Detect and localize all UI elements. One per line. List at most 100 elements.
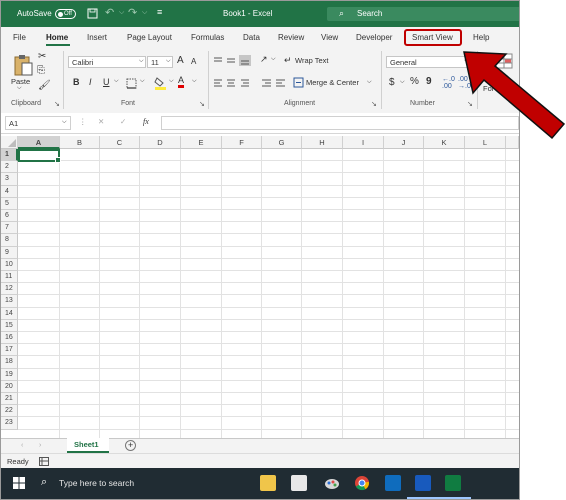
column-header[interactable]: D: [140, 136, 181, 149]
row-header[interactable]: 1: [1, 149, 18, 162]
scroll-sheets-left-icon[interactable]: ‹: [21, 442, 23, 449]
italic-button[interactable]: I: [89, 77, 92, 87]
autosave-toggle[interactable]: Off: [55, 9, 76, 19]
select-all-corner[interactable]: [1, 136, 18, 149]
row-header[interactable]: 9: [1, 246, 18, 259]
font-color-dropdown-icon[interactable]: ⌵: [192, 78, 197, 85]
shrink-font-button[interactable]: A: [191, 57, 196, 66]
column-header[interactable]: J: [384, 136, 424, 149]
column-header[interactable]: B: [60, 136, 100, 149]
font-name-select[interactable]: Calibri ⌵: [68, 56, 146, 68]
insert-function-icon[interactable]: fx: [143, 117, 149, 126]
row-header[interactable]: 17: [1, 344, 18, 357]
cancel-icon[interactable]: ✕: [98, 117, 104, 126]
name-box[interactable]: A1 ⌵: [5, 116, 71, 130]
fill-color-icon[interactable]: [154, 76, 167, 90]
merge-center-button[interactable]: Merge & Center: [306, 78, 359, 87]
row-header[interactable]: 4: [1, 185, 18, 198]
tab-home[interactable]: Home: [46, 33, 68, 42]
currency-dropdown-icon[interactable]: ⌵: [400, 79, 405, 86]
borders-dropdown-icon[interactable]: ⌵: [140, 78, 145, 85]
row-header[interactable]: 2: [1, 161, 18, 174]
search-box[interactable]: ⌕ Search: [327, 7, 519, 21]
row-header[interactable]: 6: [1, 210, 18, 223]
increase-decimal-button[interactable]: ←.0.00: [442, 76, 455, 90]
percent-button[interactable]: %: [410, 76, 419, 87]
font-size-select[interactable]: 11 ⌵: [147, 56, 173, 68]
row-header[interactable]: 18: [1, 356, 18, 369]
tab-review[interactable]: Review: [278, 33, 304, 42]
fill-color-dropdown-icon[interactable]: ⌵: [169, 78, 174, 85]
column-header[interactable]: E: [181, 136, 222, 149]
row-header[interactable]: 10: [1, 258, 18, 271]
row-header[interactable]: 5: [1, 197, 18, 210]
fill-handle[interactable]: [55, 157, 61, 163]
row-header[interactable]: 19: [1, 368, 18, 381]
accessibility-icon[interactable]: [39, 457, 49, 466]
redo-icon[interactable]: ↷: [128, 6, 137, 19]
paste-icon[interactable]: [13, 53, 33, 77]
chrome-icon[interactable]: [354, 475, 370, 491]
row-header[interactable]: 14: [1, 307, 18, 320]
row-header[interactable]: 13: [1, 295, 18, 308]
undo-icon[interactable]: ↶: [105, 6, 114, 19]
add-sheet-button[interactable]: +: [125, 440, 136, 451]
comma-button[interactable]: 9: [426, 76, 432, 87]
tab-view[interactable]: View: [321, 33, 338, 42]
vertical-align-icons[interactable]: [213, 55, 261, 67]
currency-button[interactable]: $: [389, 77, 395, 88]
column-header[interactable]: H: [302, 136, 343, 149]
orientation-icon[interactable]: ↗: [260, 54, 268, 65]
row-header[interactable]: 7: [1, 222, 18, 235]
row-header[interactable]: 23: [1, 417, 18, 430]
borders-icon[interactable]: [126, 78, 138, 89]
tab-help[interactable]: Help: [473, 33, 489, 42]
tab-page-layout[interactable]: Page Layout: [127, 33, 172, 42]
redo-dropdown-icon[interactable]: ⌵: [142, 9, 147, 17]
file-explorer-icon[interactable]: [260, 475, 276, 491]
column-header[interactable]: C: [100, 136, 140, 149]
merge-center-dropdown-icon[interactable]: ⌵: [367, 79, 372, 86]
underline-dropdown-icon[interactable]: ⌵: [114, 78, 119, 85]
grow-font-button[interactable]: A: [177, 55, 184, 66]
sheet-tab-sheet1[interactable]: Sheet1: [67, 438, 109, 453]
horizontal-align-icons[interactable]: [213, 78, 261, 88]
word-icon[interactable]: [415, 475, 431, 491]
customize-quick-access-icon[interactable]: ≡: [157, 7, 162, 17]
tab-developer[interactable]: Developer: [356, 33, 392, 42]
font-color-button[interactable]: A: [178, 75, 184, 85]
tab-file[interactable]: File: [13, 33, 26, 42]
alignment-launcher-icon[interactable]: ↘: [371, 100, 377, 108]
row-header[interactable]: 16: [1, 332, 18, 345]
merge-center-icon[interactable]: [293, 77, 304, 88]
outlook-icon[interactable]: [385, 475, 401, 491]
cut-icon[interactable]: ✂: [38, 51, 46, 62]
selected-cell-a1[interactable]: [18, 149, 61, 163]
paint-icon[interactable]: [324, 475, 340, 491]
row-header[interactable]: 11: [1, 271, 18, 284]
tab-insert[interactable]: Insert: [87, 33, 107, 42]
store-icon[interactable]: [291, 475, 307, 491]
font-launcher-icon[interactable]: ↘: [199, 100, 205, 108]
row-header[interactable]: 22: [1, 405, 18, 418]
row-header[interactable]: 21: [1, 393, 18, 406]
row-header[interactable]: 3: [1, 173, 18, 186]
windows-start-icon[interactable]: [13, 477, 25, 489]
underline-button[interactable]: U: [103, 77, 110, 87]
indent-icons[interactable]: [261, 78, 287, 88]
more-options-icon[interactable]: ⋮: [79, 117, 87, 126]
excel-icon[interactable]: [445, 475, 461, 491]
paste-dropdown-icon[interactable]: ⌵: [17, 85, 22, 92]
enter-icon[interactable]: ✓: [120, 117, 126, 126]
taskbar-search-placeholder[interactable]: Type here to search: [59, 478, 134, 488]
tab-formulas[interactable]: Formulas: [191, 33, 224, 42]
row-header[interactable]: 8: [1, 234, 18, 247]
tab-data[interactable]: Data: [243, 33, 260, 42]
scroll-sheets-right-icon[interactable]: ›: [39, 442, 41, 449]
save-icon[interactable]: [87, 8, 98, 19]
copy-icon[interactable]: ⎘: [37, 65, 45, 76]
format-painter-icon[interactable]: 🖌: [38, 80, 51, 91]
wrap-text-button[interactable]: Wrap Text: [295, 56, 329, 65]
orientation-dropdown-icon[interactable]: ⌵: [271, 56, 276, 63]
column-header[interactable]: A: [18, 136, 60, 149]
